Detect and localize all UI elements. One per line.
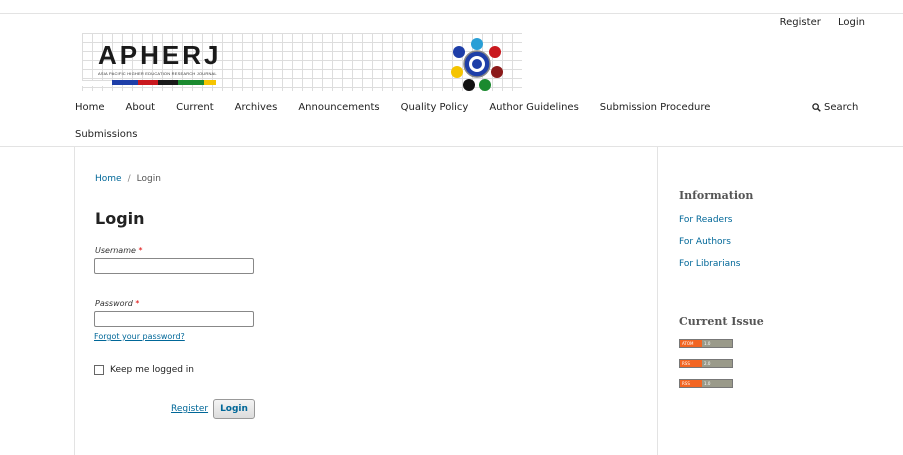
username-label-text: Username <box>95 246 136 255</box>
breadcrumb: Home / Login <box>95 174 161 184</box>
rss2-feed-badge[interactable]: RSS 2.0 <box>679 359 733 368</box>
page-title: Login <box>95 209 145 228</box>
nav-item-author-guidelines[interactable]: Author Guidelines <box>489 102 578 113</box>
keep-logged-in-checkbox[interactable] <box>94 365 104 375</box>
search-link[interactable]: Search <box>812 102 858 113</box>
logo-color-bar-red <box>138 80 158 85</box>
register-link[interactable]: Register <box>780 17 821 28</box>
atom-feed-badge[interactable]: ATOM 1.0 <box>679 339 733 348</box>
header-divider <box>0 146 903 147</box>
logo-subtitle: ASIA PACIFIC HIGHER EDUCATION RESEARCH J… <box>98 71 217 76</box>
search-icon <box>812 103 821 112</box>
password-label: Password * <box>95 299 139 308</box>
main-nav: Home About Current Archives Announcement… <box>75 102 731 140</box>
sidebar-link-readers[interactable]: For Readers <box>679 215 732 225</box>
rss1-feed-badge[interactable]: RSS 1.0 <box>679 379 733 388</box>
breadcrumb-current: Login <box>136 174 161 184</box>
rss1-feed-right: 1.0 <box>702 380 732 387</box>
emblem-icon <box>451 38 503 91</box>
required-mark: * <box>135 299 140 308</box>
breadcrumb-home[interactable]: Home <box>95 174 122 184</box>
password-label-text: Password <box>95 299 133 308</box>
login-button[interactable]: Login <box>213 399 255 419</box>
keep-logged-in[interactable]: Keep me logged in <box>94 365 194 375</box>
sidebar-border <box>657 147 658 455</box>
forgot-password-link[interactable]: Forgot your password? <box>94 332 185 341</box>
password-input[interactable] <box>94 311 254 327</box>
nav-item-announcements[interactable]: Announcements <box>298 102 379 113</box>
sidebar-link-authors[interactable]: For Authors <box>679 237 731 247</box>
nav-item-submissions[interactable]: Submissions <box>75 129 137 140</box>
atom-feed-right: 1.0 <box>702 340 732 347</box>
rss1-feed-left: RSS <box>680 380 702 387</box>
search-label: Search <box>824 102 859 113</box>
register-link-form[interactable]: Register <box>171 404 208 414</box>
nav-item-home[interactable]: Home <box>75 102 105 113</box>
rss2-feed-left: RSS <box>680 360 702 367</box>
username-label: Username * <box>95 246 142 255</box>
logo-color-bar-green <box>178 80 204 85</box>
site-logo[interactable]: APHERJ ASIA PACIFIC HIGHER EDUCATION RES… <box>82 33 522 93</box>
logo-title: APHERJ <box>98 40 222 70</box>
sidebar-link-librarians[interactable]: For Librarians <box>679 259 740 269</box>
user-nav: Register Login <box>766 17 865 28</box>
top-divider <box>0 13 903 14</box>
sidebar-current-issue-heading: Current Issue <box>679 315 764 328</box>
nav-item-submission-procedure[interactable]: Submission Procedure <box>600 102 711 113</box>
logo-color-bar-black <box>158 80 178 85</box>
nav-item-quality-policy[interactable]: Quality Policy <box>401 102 469 113</box>
logo-color-bar-blue <box>112 80 138 85</box>
keep-logged-in-label: Keep me logged in <box>110 365 195 375</box>
required-mark: * <box>138 246 143 255</box>
breadcrumb-separator: / <box>127 174 131 184</box>
nav-item-about[interactable]: About <box>126 102 156 113</box>
atom-feed-left: ATOM <box>680 340 702 347</box>
nav-item-current[interactable]: Current <box>176 102 214 113</box>
logo-color-bar-yellow <box>204 80 216 85</box>
logo-color-bar-white <box>82 80 112 86</box>
sidebar-information-heading: Information <box>679 189 754 202</box>
username-input[interactable] <box>94 258 254 274</box>
login-link[interactable]: Login <box>838 17 865 28</box>
rss2-feed-right: 2.0 <box>702 360 732 367</box>
content-left-border <box>74 147 75 455</box>
nav-item-archives[interactable]: Archives <box>235 102 278 113</box>
